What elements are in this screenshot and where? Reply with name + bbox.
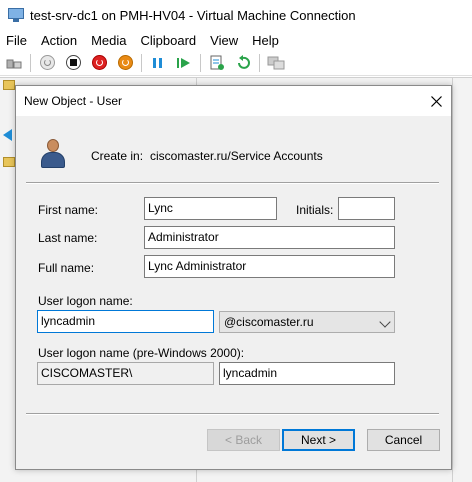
user-icon <box>40 137 66 169</box>
cancel-button[interactable]: Cancel <box>367 429 440 451</box>
back-button[interactable]: < Back <box>207 429 280 451</box>
create-in-label: Create in: <box>91 149 144 163</box>
menu-view[interactable]: View <box>203 33 245 48</box>
full-name-field[interactable]: Lync Administrator <box>144 255 395 278</box>
bg-back-arrow-icon <box>3 129 12 141</box>
logon-name-field[interactable]: lyncadmin <box>37 310 214 333</box>
toolbar-separator <box>259 53 260 72</box>
revert-icon[interactable] <box>233 53 253 73</box>
vm-titlebar: test-srv-dc1 on PMH-HV04 - Virtual Machi… <box>0 0 472 30</box>
dialog-body: Create in: ciscomaster.ru/Service Accoun… <box>16 116 451 469</box>
first-name-label: First name: <box>38 203 99 217</box>
menu-file[interactable]: File <box>0 33 34 48</box>
menu-media[interactable]: Media <box>84 33 133 48</box>
dialog-title: New Object - User <box>24 94 123 108</box>
turn-off-icon[interactable] <box>63 53 83 73</box>
pause-icon[interactable] <box>148 53 168 73</box>
last-name-label: Last name: <box>38 231 98 245</box>
logon-name-label: User logon name: <box>38 294 133 308</box>
vm-menubar: File Action Media Clipboard View Help <box>0 30 472 50</box>
toolbar-separator <box>200 53 201 72</box>
new-user-dialog: New Object - User Create in: ciscomaster… <box>15 85 452 470</box>
first-name-field[interactable]: Lync <box>144 197 277 220</box>
initials-label: Initials: <box>296 203 334 217</box>
next-button[interactable]: Next > <box>282 429 355 451</box>
create-in-path: ciscomaster.ru/Service Accounts <box>150 149 323 163</box>
pre-2000-domain-field: CISCOMASTER\ <box>37 362 214 385</box>
bg-folder-icon <box>3 80 15 90</box>
vm-window-title: test-srv-dc1 on PMH-HV04 - Virtual Machi… <box>30 7 356 23</box>
dialog-titlebar: New Object - User <box>16 86 451 116</box>
pre-2000-logon-label: User logon name (pre-Windows 2000): <box>38 346 245 360</box>
shut-down-icon[interactable] <box>89 53 109 73</box>
menu-action[interactable]: Action <box>34 33 84 48</box>
start-icon[interactable] <box>37 53 57 73</box>
pre-2000-logon-field[interactable]: lyncadmin <box>219 362 395 385</box>
bg-tree-icon <box>3 157 15 167</box>
vm-connection-icon <box>8 8 24 22</box>
close-icon[interactable] <box>421 86 451 116</box>
resume-icon[interactable] <box>174 53 194 73</box>
full-name-label: Full name: <box>38 261 95 275</box>
ctrl-alt-del-icon[interactable] <box>4 53 24 73</box>
domain-suffix-select[interactable]: @ciscomaster.ru <box>219 311 395 333</box>
initials-field[interactable] <box>338 197 395 220</box>
toolbar-separator <box>141 53 142 72</box>
divider <box>26 413 439 415</box>
menu-help[interactable]: Help <box>245 33 286 48</box>
enhanced-session-icon[interactable] <box>266 53 286 73</box>
toolbar-separator <box>30 53 31 72</box>
menu-clipboard[interactable]: Clipboard <box>134 33 204 48</box>
vm-toolbar <box>0 50 472 76</box>
domain-suffix-value: @ciscomaster.ru <box>224 315 314 329</box>
divider <box>26 182 439 184</box>
last-name-field[interactable]: Administrator <box>144 226 395 249</box>
save-state-icon[interactable] <box>115 53 135 73</box>
chevron-down-icon <box>379 316 391 328</box>
checkpoint-icon[interactable] <box>207 53 227 73</box>
